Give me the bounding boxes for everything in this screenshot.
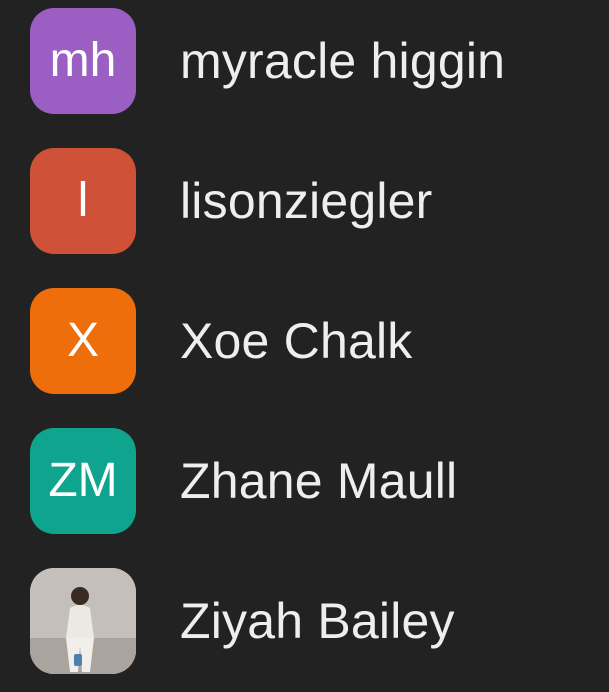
avatar-initials: l [77, 174, 89, 227]
participant-name: lisonziegler [180, 173, 433, 229]
avatar: mh [30, 8, 136, 114]
participant-name: Zhane Maull [180, 453, 458, 509]
avatar: l [30, 148, 136, 254]
avatar-initials: mh [49, 34, 117, 87]
avatar: X [30, 288, 136, 394]
avatar-initials: ZM [48, 454, 118, 507]
participant-row[interactable]: X Xoe Chalk [0, 272, 609, 412]
participant-row[interactable]: l lisonziegler [0, 132, 609, 272]
photo-avatar [30, 568, 136, 674]
participant-list: mh myracle higgin l lisonziegler X Xoe C… [0, 0, 609, 674]
avatar-initials: X [66, 314, 99, 367]
participant-name: myracle higgin [180, 33, 506, 89]
participant-row[interactable]: mh myracle higgin [0, 0, 609, 132]
participant-name: Xoe Chalk [180, 313, 413, 369]
avatar: ZM [30, 428, 136, 534]
participant-row[interactable]: ZM Zhane Maull [0, 412, 609, 552]
participant-row[interactable]: Ziyah Bailey [0, 552, 609, 692]
person-photo-icon [30, 568, 136, 674]
participant-name: Ziyah Bailey [180, 593, 455, 649]
